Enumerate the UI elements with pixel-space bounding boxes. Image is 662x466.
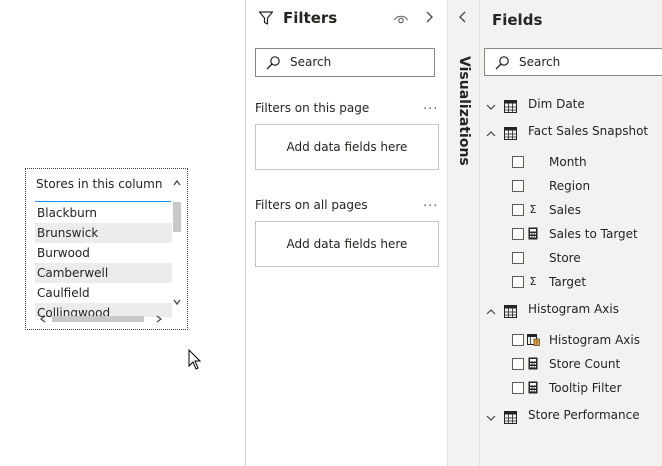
chevron-down-icon[interactable] (485, 409, 497, 421)
table-label: Dim Date (528, 97, 585, 111)
field-region[interactable]: Region (480, 175, 662, 197)
field-label: Region (549, 179, 591, 193)
mouse-cursor-icon (188, 348, 204, 371)
field-label: Sales (549, 203, 581, 217)
slicer-item[interactable]: Camberwell (35, 263, 172, 283)
filters-pane: Filters Search Filters on this page ... … (245, 0, 447, 466)
eye-icon[interactable] (393, 11, 409, 25)
fields-search-input[interactable]: Search (484, 48, 662, 76)
visualizations-label[interactable]: Visualizations (454, 56, 474, 166)
chevron-up-icon[interactable] (485, 125, 497, 137)
vertical-scrollbar[interactable] (172, 189, 182, 309)
search-icon (265, 55, 281, 71)
filters-title: Filters (283, 9, 338, 27)
slicer-item[interactable]: Burwood (35, 243, 172, 263)
field-store[interactable]: Store (480, 247, 662, 269)
vertical-scroll-thumb[interactable] (173, 202, 181, 232)
table-icon (504, 98, 517, 113)
field-checkbox[interactable] (512, 276, 524, 288)
field-histogram-axis[interactable]: ? Histogram Axis (480, 329, 662, 351)
field-checkbox[interactable] (512, 180, 524, 192)
table-icon (504, 125, 517, 140)
field-label: Store Count (549, 357, 621, 371)
scroll-left-icon[interactable] (38, 314, 48, 324)
field-checkbox[interactable] (512, 156, 524, 168)
field-tooltip-filter[interactable]: Tooltip Filter (480, 377, 662, 399)
table-label: Fact Sales Snapshot (528, 124, 649, 138)
search-icon (494, 55, 510, 71)
scroll-down-icon[interactable] (172, 297, 182, 307)
fields-search-placeholder: Search (519, 55, 561, 69)
table-label: Histogram Axis (528, 302, 619, 316)
chevron-up-icon[interactable] (172, 178, 182, 188)
more-options-all-pages[interactable]: ... (423, 195, 438, 210)
field-checkbox[interactable] (512, 228, 524, 240)
slicer-header-underline (35, 201, 171, 202)
parameter-icon: ? (527, 333, 540, 347)
chevron-down-icon[interactable] (485, 98, 497, 110)
field-month[interactable]: Month (480, 151, 662, 173)
field-sales[interactable]: Σ Sales (480, 199, 662, 221)
filters-on-page-well[interactable]: Add data fields here (255, 124, 439, 170)
table-icon (504, 409, 517, 424)
table-dim-date[interactable]: Dim Date (480, 94, 662, 116)
field-checkbox[interactable] (512, 334, 524, 346)
table-store-performance[interactable]: Store Performance (480, 405, 662, 427)
visualizations-pane-collapsed[interactable]: Visualizations (447, 0, 480, 466)
field-checkbox[interactable] (512, 358, 524, 370)
report-canvas[interactable]: Stores in this column Blackburn Brunswic… (0, 0, 245, 466)
field-target[interactable]: Σ Target (480, 271, 662, 293)
scroll-right-icon[interactable] (154, 314, 164, 324)
slicer-item[interactable]: Blackburn (35, 203, 172, 223)
field-label: Store (549, 251, 581, 265)
horizontal-scroll-thumb[interactable] (52, 316, 144, 322)
calculator-icon (527, 227, 539, 241)
fields-title: Fields (492, 11, 543, 29)
filters-search-placeholder: Search (290, 55, 332, 69)
sigma-icon: Σ (529, 275, 537, 288)
calculator-icon (527, 381, 539, 395)
store-slicer[interactable]: Stores in this column Blackburn Brunswic… (25, 168, 188, 330)
more-options-page[interactable]: ... (423, 98, 438, 113)
chevron-right-icon[interactable] (424, 9, 434, 29)
sigma-icon: Σ (529, 203, 537, 216)
slicer-header: Stores in this column (36, 177, 163, 191)
horizontal-scrollbar[interactable] (36, 314, 170, 324)
svg-text:?: ? (535, 341, 538, 347)
field-label: Histogram Axis (549, 333, 640, 347)
table-label: Store Performance (528, 408, 640, 422)
field-label: Sales to Target (549, 227, 638, 241)
table-fact-sales-snapshot[interactable]: Fact Sales Snapshot (480, 121, 662, 143)
chevron-left-icon[interactable] (458, 9, 468, 29)
fields-pane: Fields Search Dim Date Fact Sales Snapsh… (480, 0, 662, 466)
chevron-up-icon[interactable] (485, 303, 497, 315)
filter-icon (258, 10, 274, 26)
table-icon (504, 303, 517, 318)
slicer-list[interactable]: Blackburn Brunswick Burwood Camberwell C… (35, 203, 172, 317)
filters-on-page-heading: Filters on this page (255, 101, 370, 115)
field-label: Month (549, 155, 587, 169)
field-label: Target (549, 275, 587, 289)
filters-search-input[interactable]: Search (255, 48, 435, 77)
table-histogram-axis[interactable]: Histogram Axis (480, 299, 662, 321)
calculator-icon (527, 357, 539, 371)
slicer-item[interactable]: Brunswick (35, 223, 172, 243)
field-checkbox[interactable] (512, 252, 524, 264)
field-store-count[interactable]: Store Count (480, 353, 662, 375)
field-checkbox[interactable] (512, 204, 524, 216)
field-sales-to-target[interactable]: Sales to Target (480, 223, 662, 245)
visualizations-label-text: Visualizations (456, 56, 472, 166)
filters-on-all-pages-well[interactable]: Add data fields here (255, 221, 439, 267)
field-checkbox[interactable] (512, 382, 524, 394)
slicer-item[interactable]: Caulfield (35, 283, 172, 303)
filters-on-all-pages-heading: Filters on all pages (255, 198, 368, 212)
field-label: Tooltip Filter (549, 381, 622, 395)
